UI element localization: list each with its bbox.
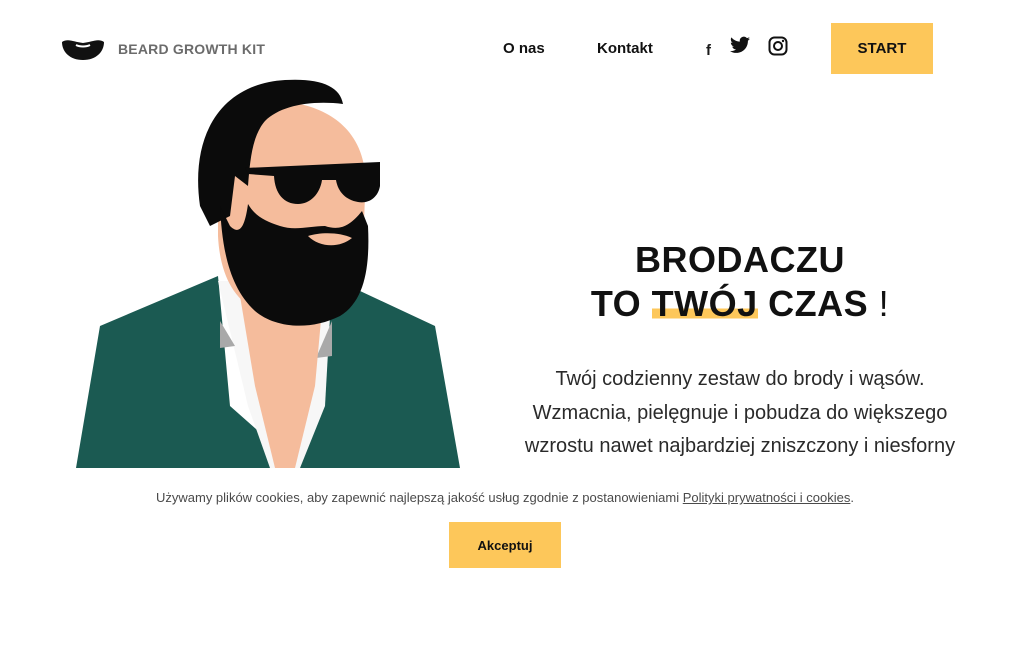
headline-suffix: CZAS: [757, 283, 869, 324]
twitter-icon[interactable]: [730, 36, 750, 59]
headline-line-1: BRODACZU: [635, 239, 845, 280]
nav-link-contact[interactable]: Kontakt: [597, 40, 653, 57]
cookie-text: Używamy plików cookies, aby zapewnić naj…: [155, 490, 683, 505]
instagram-icon[interactable]: [768, 36, 788, 61]
privacy-policy-link[interactable]: Polityki prywatności i cookies: [683, 490, 851, 505]
beard-logo-icon: [62, 40, 104, 60]
hero-headline: BRODACZU TO TWÓJ CZAS !: [540, 238, 940, 326]
cookie-trailing: .: [850, 490, 854, 505]
logo-text: BEARD GROWTH KIT: [118, 41, 266, 57]
cookie-banner: Używamy plików cookies, aby zapewnić naj…: [0, 468, 1010, 671]
facebook-icon[interactable]: f: [706, 42, 711, 59]
accept-cookies-button[interactable]: Akceptuj: [449, 522, 561, 568]
headline-line-2: TO TWÓJ CZAS !: [540, 282, 940, 326]
headline-prefix: TO: [590, 283, 652, 324]
bearded-man-illustration: [76, 79, 460, 468]
cookie-message: Używamy plików cookies, aby zapewnić naj…: [0, 490, 1010, 505]
site-logo[interactable]: BEARD GROWTH KIT: [60, 36, 265, 62]
headline-highlight: TWÓJ: [651, 283, 758, 324]
start-button[interactable]: START: [831, 23, 933, 74]
nav-link-about[interactable]: O nas: [503, 40, 545, 57]
headline-exclaim: !: [868, 283, 890, 324]
